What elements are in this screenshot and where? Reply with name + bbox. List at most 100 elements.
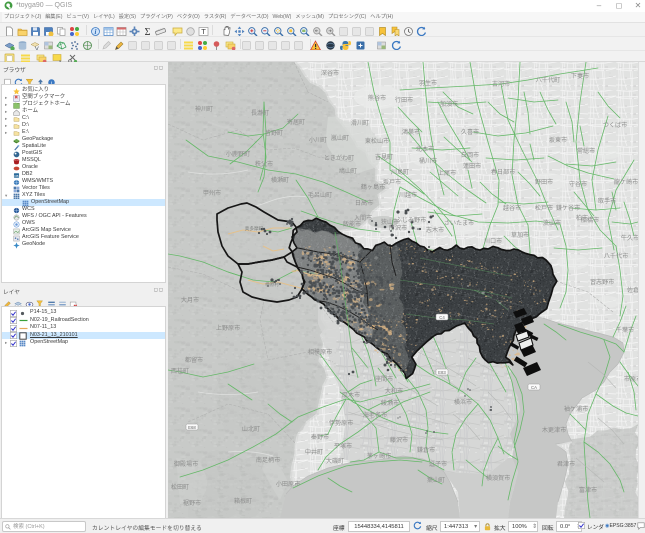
svg-text:座間市: 座間市 bbox=[375, 375, 393, 383]
svg-text:逗子市: 逗子市 bbox=[429, 460, 447, 468]
svg-text:深谷市: 深谷市 bbox=[321, 69, 339, 77]
svg-text:藤沢市: 藤沢市 bbox=[390, 436, 408, 444]
svg-text:檜原村: 檜原村 bbox=[265, 281, 279, 288]
svg-text:鳩山町: 鳩山町 bbox=[339, 167, 357, 175]
svg-text:ときがわ町: ときがわ町 bbox=[324, 154, 354, 162]
svg-text:平塚市: 平塚市 bbox=[334, 442, 352, 450]
svg-text:常総市: 常総市 bbox=[577, 147, 595, 155]
svg-text:下妻市: 下妻市 bbox=[571, 72, 589, 80]
svg-text:野田市: 野田市 bbox=[535, 178, 553, 186]
svg-text:越谷市: 越谷市 bbox=[503, 204, 521, 212]
svg-text:習志野市: 習志野市 bbox=[590, 278, 614, 286]
svg-text:箱根町: 箱根町 bbox=[234, 497, 252, 505]
svg-text:坂東市: 坂東市 bbox=[549, 136, 567, 144]
svg-text:滑川町: 滑川町 bbox=[351, 119, 369, 127]
svg-text:行田市: 行田市 bbox=[395, 96, 413, 104]
svg-text:中井町: 中井町 bbox=[305, 448, 323, 456]
svg-text:大月市: 大月市 bbox=[181, 296, 199, 304]
svg-text:山北町: 山北町 bbox=[242, 425, 260, 433]
svg-text:御殿場市: 御殿場市 bbox=[174, 460, 198, 468]
svg-text:春日部市: 春日部市 bbox=[491, 168, 515, 176]
svg-text:市原市: 市原市 bbox=[624, 375, 638, 383]
svg-text:大和市: 大和市 bbox=[385, 387, 403, 395]
svg-text:八千代市: 八千代市 bbox=[604, 252, 628, 260]
svg-text:海老名市: 海老名市 bbox=[363, 411, 387, 419]
svg-text:川島町: 川島町 bbox=[391, 168, 409, 176]
svg-text:吉見町: 吉見町 bbox=[375, 154, 393, 161]
svg-text:神川町: 神川町 bbox=[195, 105, 213, 113]
svg-text:松戸市: 松戸市 bbox=[535, 204, 553, 212]
svg-text:東松山市: 東松山市 bbox=[365, 137, 389, 145]
svg-text:熊谷市: 熊谷市 bbox=[368, 94, 386, 102]
svg-text:鴻巣市: 鴻巣市 bbox=[402, 128, 420, 136]
svg-text:蓮田市: 蓮田市 bbox=[463, 162, 481, 170]
svg-text:葉山町: 葉山町 bbox=[427, 476, 445, 484]
svg-text:龍ケ崎市: 龍ケ崎市 bbox=[614, 178, 638, 186]
svg-text:鶴ヶ島市: 鶴ヶ島市 bbox=[361, 183, 385, 191]
svg-text:CA: CA bbox=[531, 385, 537, 390]
svg-text:流山市: 流山市 bbox=[543, 219, 561, 227]
svg-text:富津市: 富津市 bbox=[579, 486, 597, 494]
svg-text:小鹿野町: 小鹿野町 bbox=[226, 150, 250, 158]
svg-text:長瀞町: 長瀞町 bbox=[251, 109, 269, 117]
svg-text:伊勢原市: 伊勢原市 bbox=[329, 419, 353, 427]
svg-text:牛久市: 牛久市 bbox=[621, 234, 638, 242]
svg-text:守谷市: 守谷市 bbox=[569, 180, 587, 188]
svg-text:横瀬町: 横瀬町 bbox=[271, 176, 289, 184]
svg-text:毛呂山町: 毛呂山町 bbox=[308, 191, 332, 199]
svg-text:川口市: 川口市 bbox=[484, 237, 502, 245]
svg-text:久喜市: 久喜市 bbox=[461, 128, 479, 136]
svg-text:取手市: 取手市 bbox=[598, 197, 616, 205]
svg-text:DB: DB bbox=[15, 173, 19, 177]
svg-text:綾瀬市: 綾瀬市 bbox=[381, 399, 399, 407]
svg-text:古河市: 古河市 bbox=[492, 80, 510, 88]
svg-text:川越市: 川越市 bbox=[399, 191, 417, 199]
svg-text:鎌ケ谷市: 鎌ケ谷市 bbox=[556, 204, 580, 212]
svg-text:裾野市: 裾野市 bbox=[183, 499, 201, 507]
svg-text:日高市: 日高市 bbox=[355, 199, 373, 207]
svg-text:横須賀市: 横須賀市 bbox=[486, 474, 510, 482]
svg-text:E83: E83 bbox=[438, 370, 446, 375]
svg-text:秩父市: 秩父市 bbox=[255, 160, 273, 168]
svg-text:大磯町: 大磯町 bbox=[326, 457, 344, 465]
svg-text:桶川市: 桶川市 bbox=[419, 157, 437, 165]
svg-text:小川町: 小川町 bbox=[309, 136, 327, 144]
svg-text:C4: C4 bbox=[439, 315, 445, 320]
svg-text:松田町: 松田町 bbox=[171, 483, 189, 491]
svg-text:船橋市: 船橋市 bbox=[581, 216, 599, 224]
svg-text:千葉市: 千葉市 bbox=[616, 326, 634, 334]
svg-text:つくば市: つくば市 bbox=[603, 121, 627, 129]
svg-text:入間市: 入間市 bbox=[354, 214, 372, 222]
svg-text:嵐山町: 嵐山町 bbox=[331, 134, 349, 142]
svg-text:寄居町: 寄居町 bbox=[287, 118, 305, 126]
svg-text:皆野町: 皆野町 bbox=[265, 129, 283, 137]
svg-text:白岡市: 白岡市 bbox=[461, 151, 479, 159]
svg-text:佐倉市: 佐倉市 bbox=[627, 286, 638, 294]
svg-text:厚木市: 厚木市 bbox=[342, 391, 360, 399]
svg-text:都留市: 都留市 bbox=[185, 356, 203, 364]
svg-text:木更津市: 木更津市 bbox=[542, 426, 566, 434]
svg-text:茅ヶ崎市: 茅ヶ崎市 bbox=[367, 452, 391, 460]
svg-text:秦野市: 秦野市 bbox=[311, 433, 329, 441]
svg-text:坂戸市: 坂戸市 bbox=[383, 178, 401, 186]
svg-text:西桂町: 西桂町 bbox=[171, 367, 189, 375]
svg-text:上野原市: 上野原市 bbox=[216, 324, 240, 332]
svg-text:北本市: 北本市 bbox=[416, 145, 434, 153]
svg-text:ふじみ野市: ふじみ野市 bbox=[396, 216, 426, 224]
svg-text:さいたま市: さいたま市 bbox=[444, 219, 474, 227]
svg-text:志木市: 志木市 bbox=[426, 226, 444, 234]
svg-text:上尾市: 上尾市 bbox=[438, 169, 456, 177]
svg-text:甲州市: 甲州市 bbox=[203, 189, 221, 197]
svg-text:相模原市: 相模原市 bbox=[308, 348, 332, 356]
svg-text:i: i bbox=[95, 28, 97, 36]
svg-text:T: T bbox=[201, 27, 206, 36]
svg-text:袖ケ浦市: 袖ケ浦市 bbox=[564, 405, 588, 413]
svg-text:八千代町: 八千代町 bbox=[536, 76, 560, 84]
svg-text:加須市: 加須市 bbox=[440, 100, 458, 108]
svg-text:羽生市: 羽生市 bbox=[419, 79, 437, 87]
svg-text:南足柄市: 南足柄市 bbox=[256, 456, 280, 464]
svg-text:鎌倉市: 鎌倉市 bbox=[417, 446, 435, 454]
svg-text:横浜市: 横浜市 bbox=[454, 398, 472, 406]
svg-text:奥多摩町: 奥多摩町 bbox=[245, 225, 264, 232]
svg-text:E68: E68 bbox=[188, 425, 196, 430]
